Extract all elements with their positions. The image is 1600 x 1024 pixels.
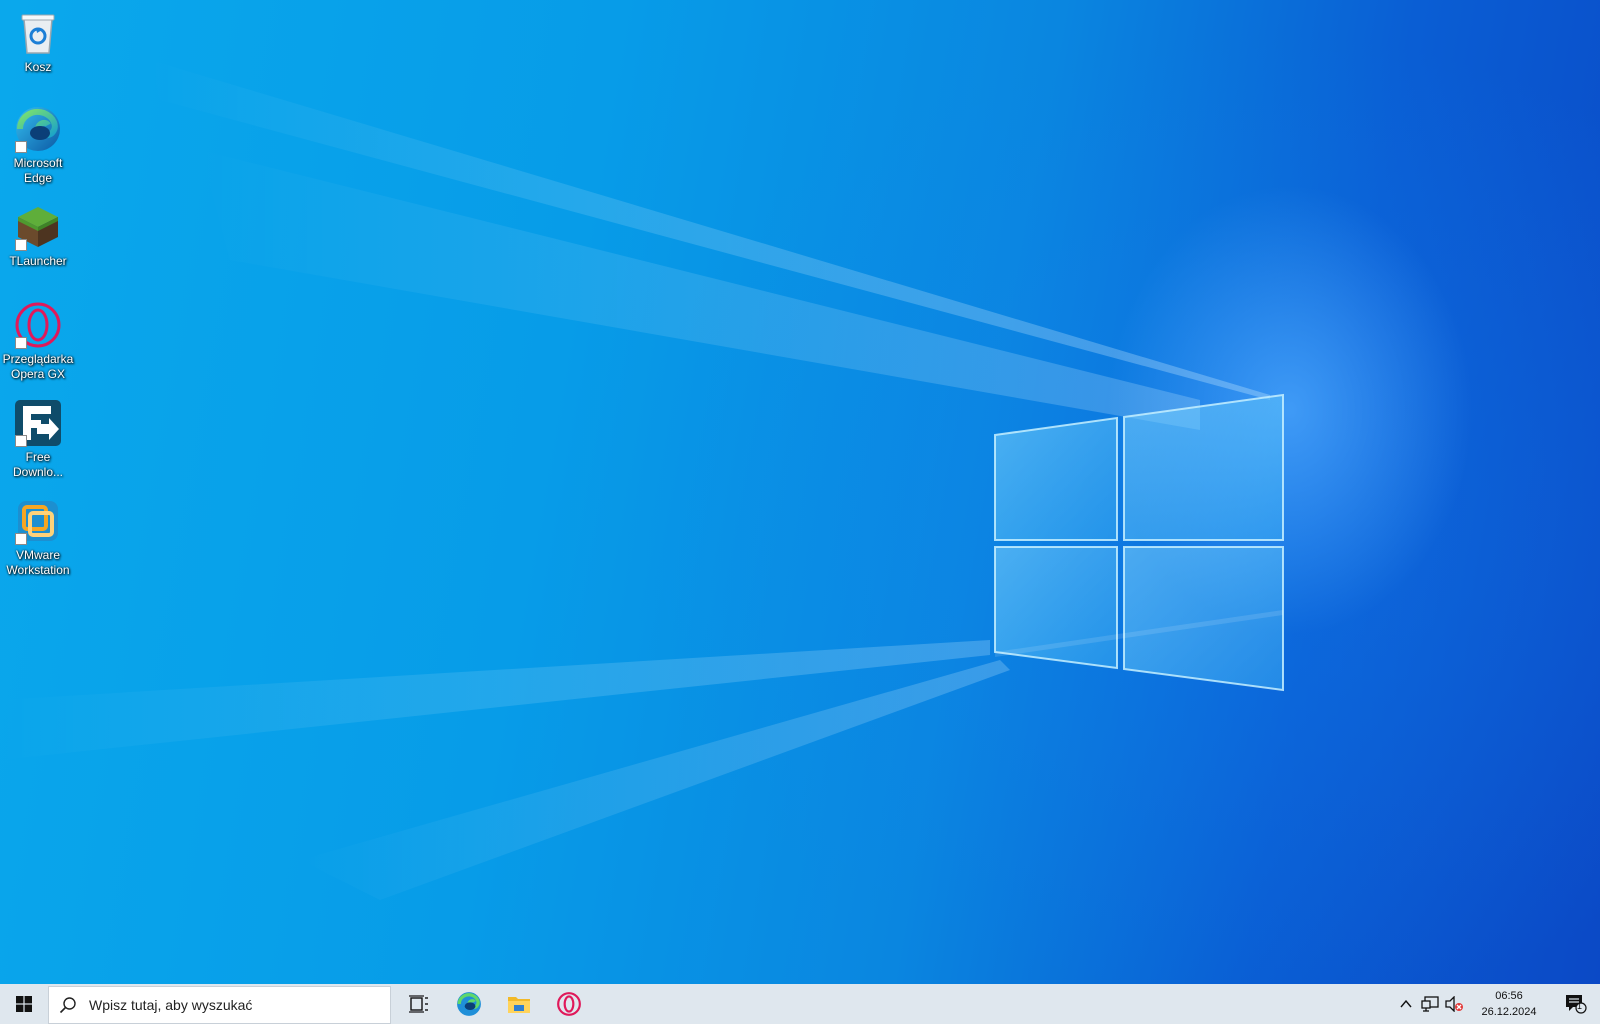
desktop-icon-vmware[interactable]: VMware Workstation bbox=[2, 496, 74, 578]
show-hidden-icons-button[interactable] bbox=[1394, 984, 1418, 1024]
opera-gx-icon bbox=[557, 992, 581, 1016]
desktop-icon-label: Microsoft Edge bbox=[13, 156, 63, 185]
action-center-button[interactable]: 1 bbox=[1552, 984, 1600, 1024]
desktop-icon-label: Kosz bbox=[24, 60, 52, 74]
edge-icon bbox=[457, 992, 481, 1016]
wallpaper-beams bbox=[0, 60, 1284, 900]
windows-start-icon bbox=[16, 996, 32, 1012]
opera-gx-icon bbox=[13, 300, 63, 350]
desktop-icon-label: Przeglądarka Opera GX bbox=[2, 352, 74, 381]
clock-time: 06:56 bbox=[1495, 990, 1523, 1002]
desktop-icon-edge[interactable]: Microsoft Edge bbox=[2, 104, 74, 186]
file-explorer-icon bbox=[508, 997, 530, 1013]
clock[interactable]: 06:56 26.12.2024 bbox=[1466, 988, 1552, 1020]
search-placeholder: Wpisz tutaj, aby wyszukać bbox=[89, 996, 253, 1013]
shortcut-arrow-icon bbox=[15, 533, 27, 545]
shortcut-arrow-icon bbox=[15, 337, 27, 349]
shortcut-arrow-icon bbox=[15, 435, 27, 447]
task-view-icon bbox=[409, 995, 428, 1013]
desktop-icon-label: TLauncher bbox=[9, 254, 67, 268]
recycle-bin-icon bbox=[13, 8, 63, 58]
desktop-icon-opera-gx[interactable]: Przeglądarka Opera GX bbox=[2, 300, 74, 382]
desktop-icon-tlauncher[interactable]: TLauncher bbox=[2, 202, 74, 269]
notification-icon bbox=[1566, 995, 1587, 1014]
search-input[interactable]: Wpisz tutaj, aby wyszukać bbox=[48, 985, 391, 1024]
notification-count-badge: 1 bbox=[1577, 1001, 1583, 1011]
clock-date: 26.12.2024 bbox=[1481, 1006, 1537, 1018]
task-view-button[interactable] bbox=[394, 984, 444, 1024]
shortcut-arrow-icon bbox=[15, 141, 27, 153]
taskbar-file-explorer-button[interactable] bbox=[494, 984, 544, 1024]
desktop-icon-label: VMware Workstation bbox=[6, 548, 70, 577]
desktop-background: Kosz Microsoft Edge TLauncher Przeglądar… bbox=[0, 0, 1600, 984]
system-tray: 06:56 26.12.2024 1 bbox=[1394, 984, 1600, 1024]
desktop-icon-recycle-bin[interactable]: Kosz bbox=[2, 8, 74, 75]
taskbar-opera-gx-button[interactable] bbox=[544, 984, 594, 1024]
windows-logo bbox=[994, 393, 1284, 692]
tlauncher-icon bbox=[13, 202, 63, 252]
search-icon bbox=[59, 996, 76, 1013]
free-download-manager-icon bbox=[13, 398, 63, 448]
shortcut-arrow-icon bbox=[15, 239, 27, 251]
network-button[interactable] bbox=[1418, 984, 1442, 1024]
network-icon bbox=[1421, 996, 1439, 1012]
volume-muted-icon bbox=[1445, 996, 1463, 1012]
volume-button[interactable] bbox=[1442, 984, 1466, 1024]
desktop-icon-label: Free Downlo... bbox=[12, 450, 64, 479]
taskbar: Wpisz tutaj, aby wyszukać 06:56 26.12.20… bbox=[0, 984, 1600, 1024]
vmware-icon bbox=[13, 496, 63, 546]
chevron-up-icon bbox=[1400, 1000, 1412, 1008]
start-button[interactable] bbox=[0, 984, 48, 1024]
edge-icon bbox=[13, 104, 63, 154]
taskbar-edge-button[interactable] bbox=[444, 984, 494, 1024]
desktop-icon-free-download-manager[interactable]: Free Downlo... bbox=[2, 398, 74, 480]
